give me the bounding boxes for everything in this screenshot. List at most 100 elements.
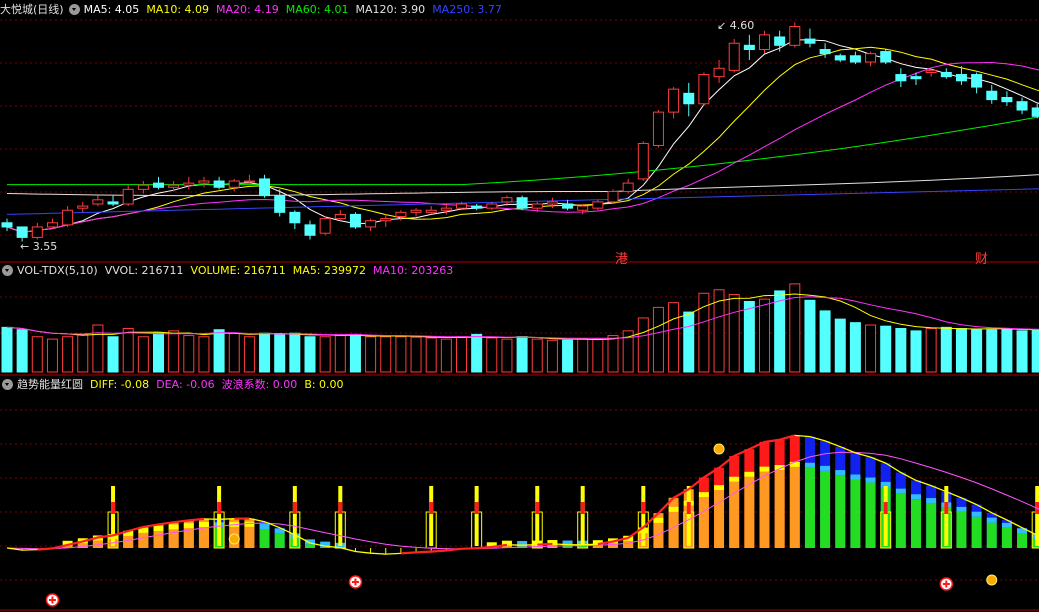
energy-bar-inner (971, 516, 982, 548)
energy-bar-inner (259, 529, 270, 548)
candle-body (789, 26, 801, 46)
volume-bar (743, 301, 755, 373)
candle-body (425, 209, 437, 213)
volume-bar (759, 298, 770, 373)
candle-body (334, 213, 346, 220)
volume-settings-chevron-icon[interactable] (2, 265, 13, 276)
energy-bar-inner (744, 476, 755, 548)
volume-bar (637, 317, 649, 373)
energy-cap (183, 523, 194, 529)
indicator-label-3: 波浪系数: 0.00 (221, 378, 298, 391)
volume-bar (198, 336, 210, 373)
volume-bar (395, 336, 407, 373)
energy-bar-inner (986, 522, 997, 548)
energy-bar-inner (244, 526, 255, 548)
energy-cap (956, 506, 967, 512)
signal-spike-core (292, 502, 297, 514)
ma-label-2: MA20: 4.19 (216, 3, 279, 16)
energy-bar-inner (274, 533, 285, 548)
volume-bar (440, 338, 452, 373)
candle-body (501, 197, 513, 203)
candle-body (562, 203, 574, 209)
energy-cap (759, 466, 770, 472)
candle-body (713, 67, 725, 78)
volume-label-2: VOLUME: 216711 (190, 264, 286, 277)
candle-body (456, 203, 467, 209)
volume-bar (895, 328, 907, 373)
signal-spike-core (217, 502, 222, 514)
signal-spike (338, 486, 343, 546)
high-price-label: ↙ 4.60 (717, 19, 755, 32)
volume-bar (16, 329, 28, 373)
candle-body (259, 178, 271, 197)
energy-bar-inner (911, 499, 921, 548)
energy-bar-inner (804, 467, 815, 548)
volume-bar (774, 290, 786, 373)
signal-spike (217, 486, 222, 546)
volume-label-1: VVOL: 216711 (104, 264, 184, 277)
volume-bar (925, 328, 937, 373)
price-settings-chevron-icon[interactable] (68, 4, 80, 15)
candle-body (986, 90, 998, 101)
candle-body (183, 182, 195, 186)
volume-bar (137, 336, 149, 373)
indicator-legend: 趋势能量红圆 DIFF: -0.08 DEA: -0.06 波浪系数: 0.00 B: … (17, 377, 351, 392)
candle-body (380, 218, 392, 222)
volume-bar (577, 338, 589, 373)
kline-chart[interactable] (0, 0, 1039, 612)
ma-label-3: MA60: 4.01 (285, 3, 349, 16)
candle-body (486, 203, 498, 209)
event-mark-fin[interactable]: 财 (975, 248, 988, 267)
volume-bar (153, 332, 164, 373)
candle-body (243, 180, 255, 183)
candle-body (228, 180, 240, 188)
energy-bar-inner (138, 532, 149, 548)
volume-bar (365, 336, 377, 373)
candle-body (440, 207, 452, 211)
candle-body (107, 201, 119, 205)
candle-body (289, 211, 301, 224)
volume-bar (1, 326, 13, 373)
event-mark-hk[interactable]: 港 (615, 248, 628, 267)
volume-label-4: MA10: 203263 (373, 264, 454, 277)
volume-bar (471, 333, 483, 373)
energy-cap (911, 494, 921, 500)
signal-spike-core (944, 502, 949, 514)
volume-bar (456, 336, 467, 373)
volume-bar (319, 336, 331, 373)
volume-bar (834, 318, 846, 373)
signal-spike (580, 486, 585, 546)
candle-body (137, 184, 149, 190)
signal-spike (111, 486, 116, 546)
candle-body (955, 74, 967, 82)
energy-bar-inner (926, 503, 937, 548)
volume-header: VOL-TDX(5,10) VVOL: 216711 VOLUME: 216711 M… (0, 263, 467, 278)
energy-cap (971, 511, 982, 517)
energy-cap (714, 485, 725, 491)
energy-cap (744, 471, 755, 477)
volume-bar (1001, 328, 1013, 373)
gold-ball-icon (713, 443, 725, 455)
energy-bar-inner (835, 475, 846, 548)
volume-bar (683, 311, 695, 373)
energy-cap (668, 506, 679, 512)
candle-body (349, 213, 361, 228)
energy-bar-inner (895, 493, 906, 548)
volume-bar (122, 328, 134, 373)
volume-bar (652, 306, 664, 373)
energy-bar-inner (305, 544, 315, 548)
candle-body (546, 201, 558, 205)
volume-bar (880, 325, 892, 373)
volume-bar (289, 332, 301, 373)
volume-bar (334, 335, 346, 373)
candle-body (834, 55, 846, 61)
energy-bar-inner (668, 511, 679, 548)
candle-body (607, 190, 619, 203)
energy-cap (198, 522, 209, 528)
volume-bar (46, 338, 58, 373)
ma-label-0: MA5: 4.05 (83, 3, 140, 16)
price-panel[interactable] (1, 22, 1039, 242)
energy-bar-inner (1017, 533, 1028, 548)
indicator-settings-chevron-icon[interactable] (2, 379, 13, 390)
energy-cap (1001, 522, 1012, 528)
